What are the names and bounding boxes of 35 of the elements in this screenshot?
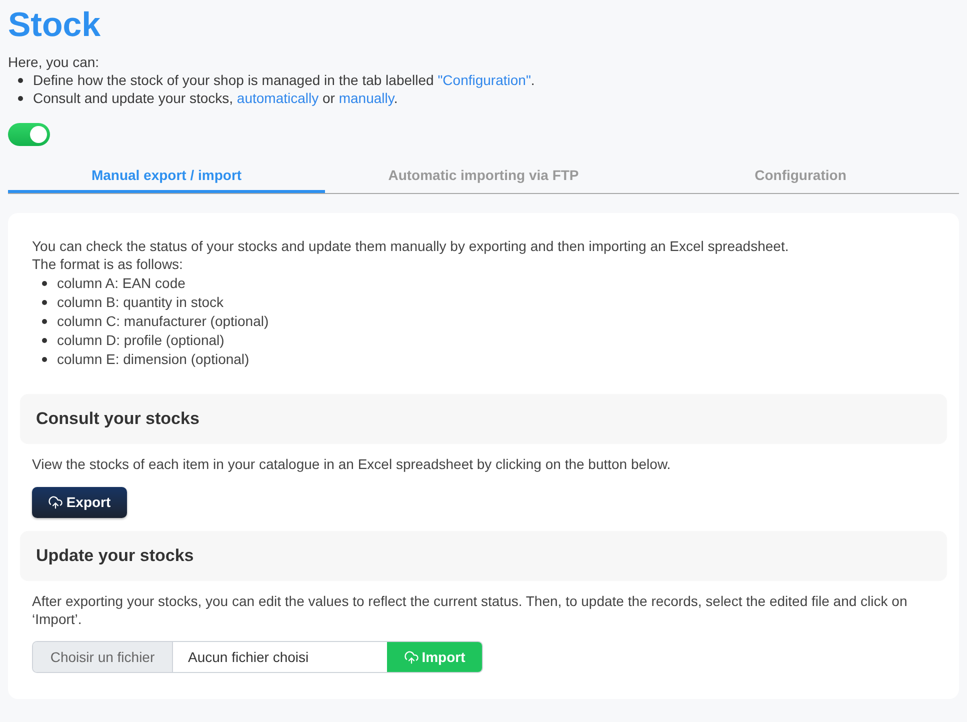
text-link[interactable]: "Configuration" <box>438 72 531 88</box>
format-item: column D: profile (optional) <box>57 331 224 350</box>
toggle-switch[interactable] <box>8 123 50 146</box>
bullet-icon <box>42 319 47 324</box>
page-title: Stock <box>8 5 101 45</box>
bullet-icon <box>18 78 23 83</box>
format-item: column A: EAN code <box>57 274 186 293</box>
choose-file-button[interactable]: Choisir un fichier <box>33 642 173 672</box>
file-input-group[interactable]: Choisir un fichier Aucun fichier choisi Import <box>32 641 483 673</box>
section-text: View the stocks of each item in your catalogue in an Excel spreadsheet by clicking on the button below. <box>31 455 672 473</box>
section-text: After exporting your stocks, you can edit the values to reflect the current status. Then, to update the records, select the edited file and click on ‘Import’. <box>31 592 908 628</box>
format-item: column E: dimension (optional) <box>57 350 250 369</box>
format-lead: The format is as follows: <box>31 255 184 273</box>
intro-lead: Here, you can: <box>8 53 100 71</box>
import-button[interactable]: Import <box>387 642 482 672</box>
format-item: column B: quantity in stock <box>57 293 224 312</box>
intro-item: Consult and update your stocks, automatically or manually. <box>33 89 398 107</box>
bullet-icon <box>42 357 47 362</box>
bullet-icon <box>42 281 47 286</box>
bullet-icon <box>18 96 23 101</box>
bullet-icon <box>42 300 47 305</box>
intro-item: Define how the stock of your shop is managed in the tab labelled "Configuration". <box>33 71 535 89</box>
tab[interactable]: Configuration <box>642 157 959 193</box>
format-item: column C: manufacturer (optional) <box>57 312 269 331</box>
cloud-upload-icon <box>48 495 64 510</box>
text-link[interactable]: manually <box>338 90 394 106</box>
text-link[interactable]: automatically <box>236 90 319 106</box>
tab[interactable]: Manual export / import <box>8 157 325 193</box>
export-button[interactable]: Export <box>32 487 127 518</box>
panel-description: You can check the status of your stocks and update them manually by exporting and then importing an Excel spreadsheet. <box>31 237 790 255</box>
cloud-upload-icon <box>404 650 419 664</box>
bullet-icon <box>42 338 47 343</box>
section-heading: Update your stocks <box>20 531 947 581</box>
tab[interactable]: Automatic importing via FTP <box>325 157 642 193</box>
section-heading: Consult your stocks <box>20 394 947 444</box>
